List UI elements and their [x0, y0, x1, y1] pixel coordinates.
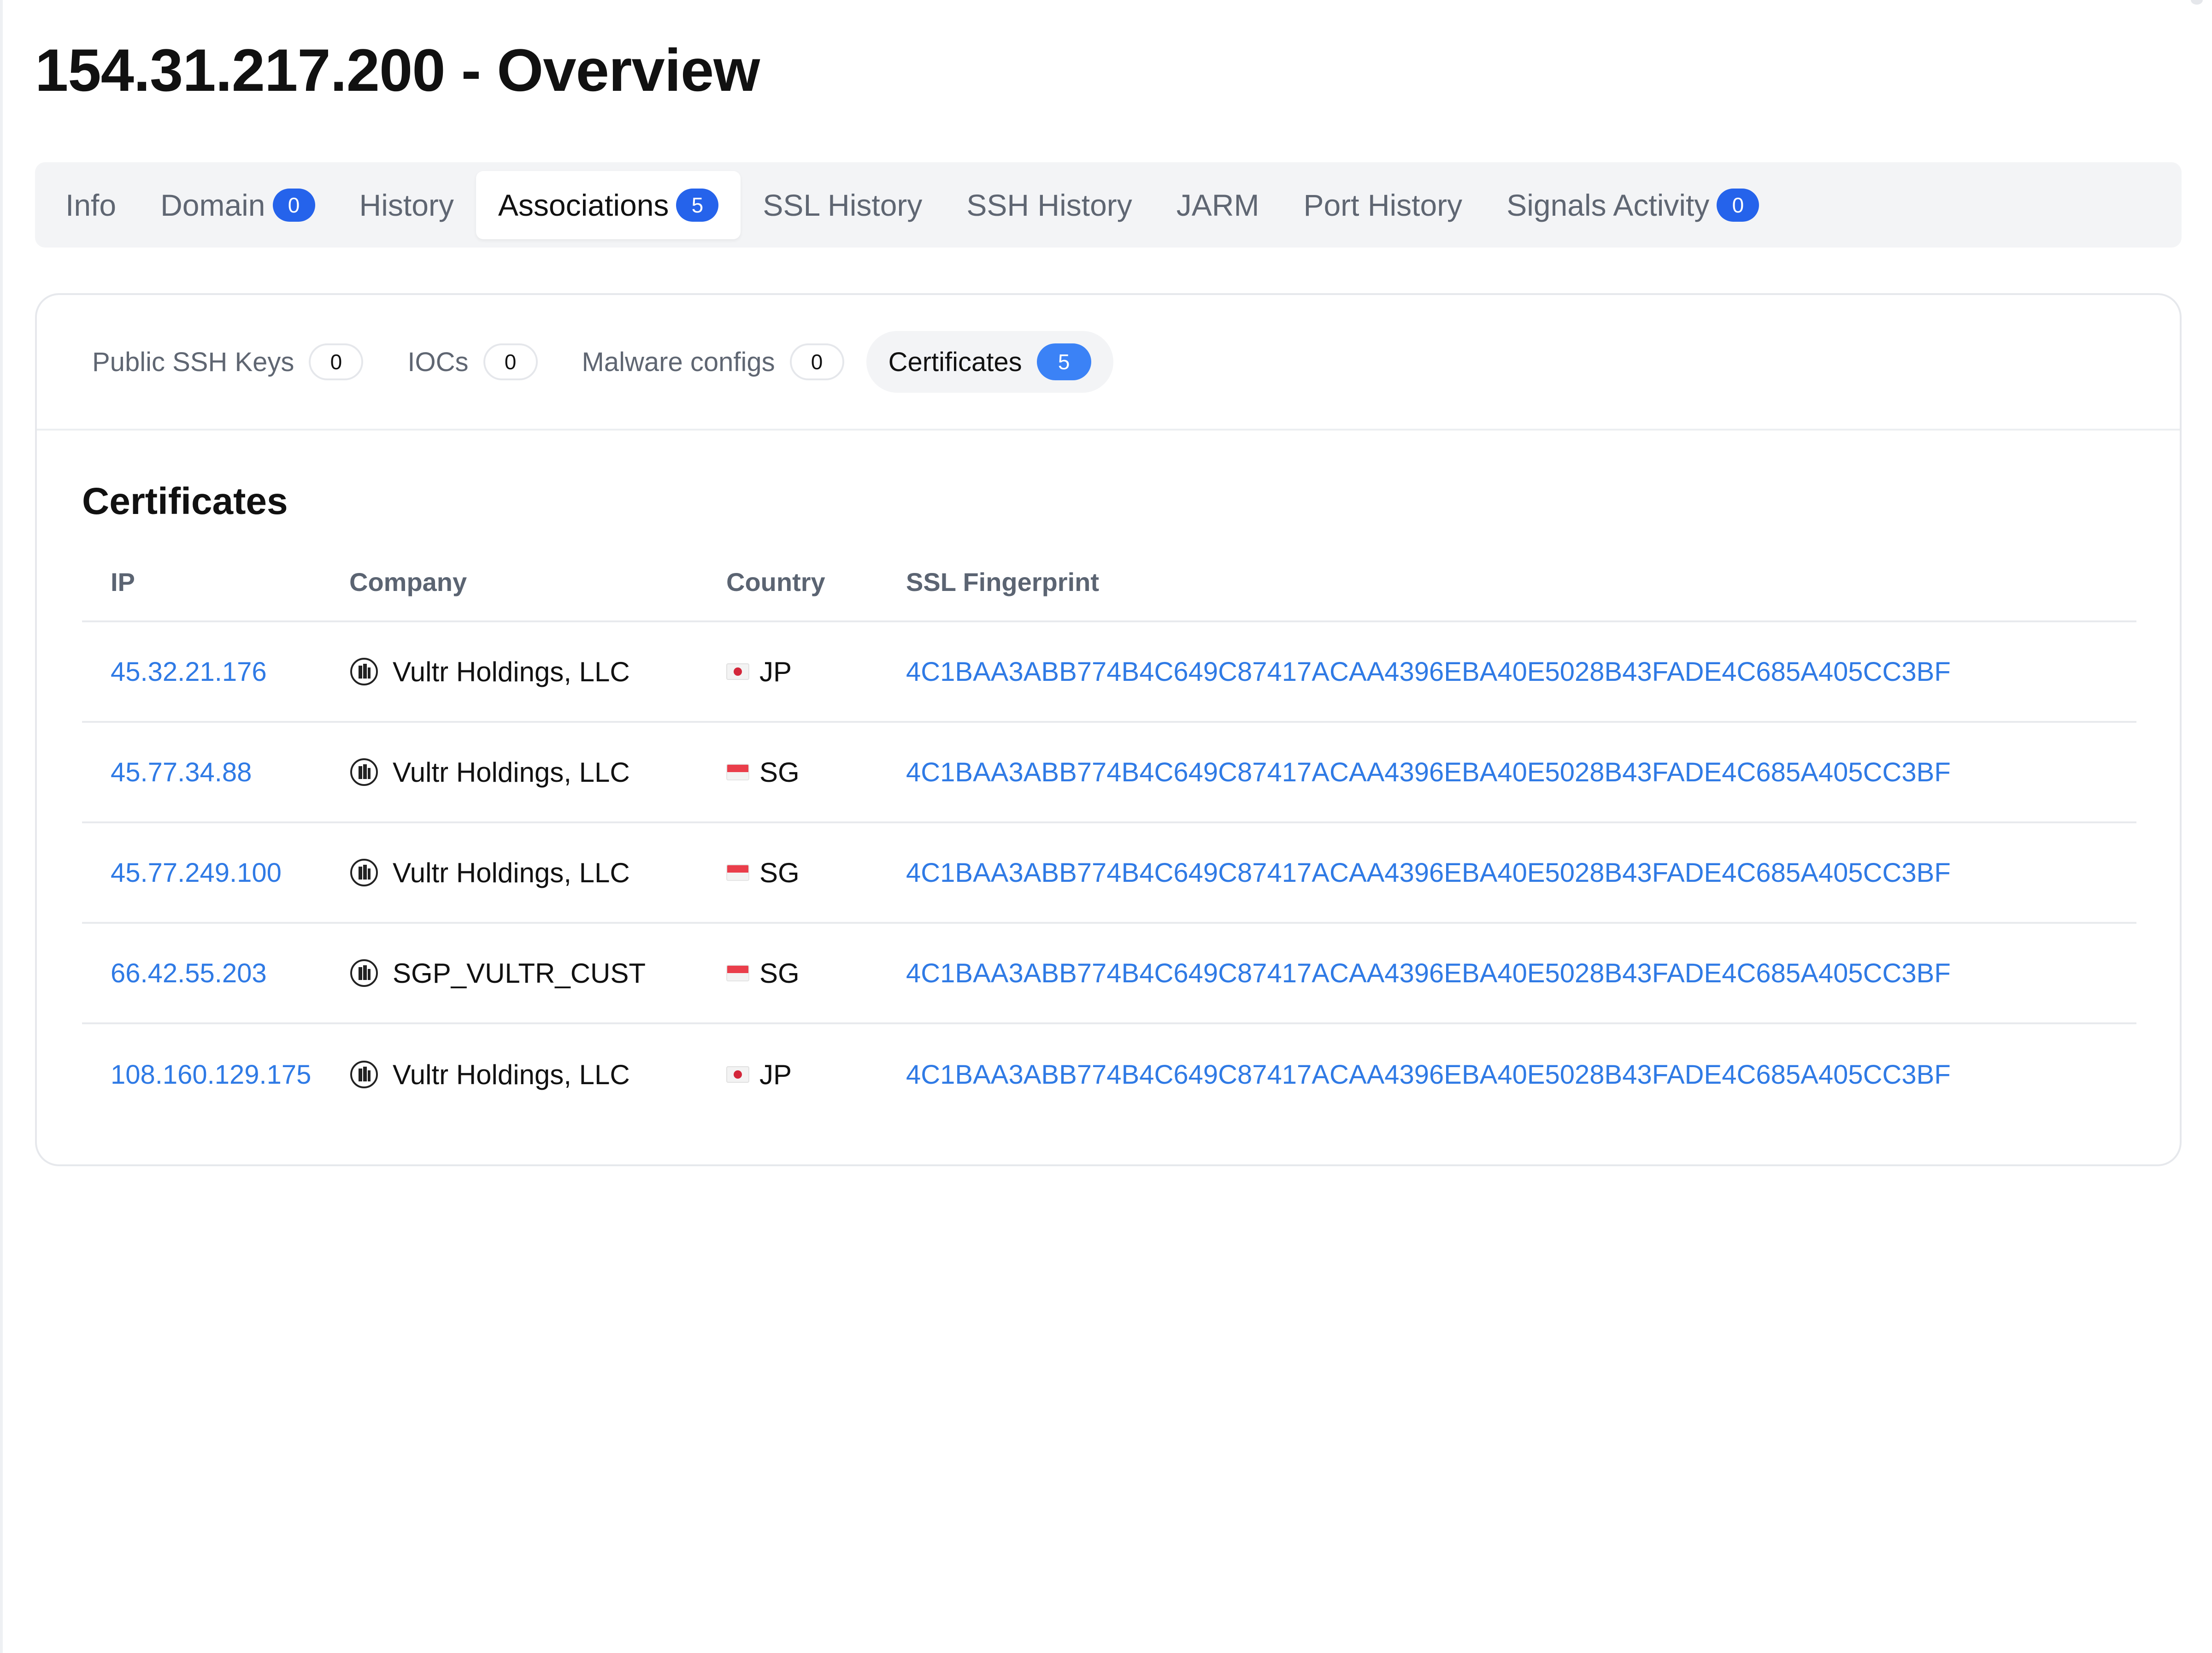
- company-name: Vultr Holdings, LLC: [393, 1059, 630, 1090]
- ip-link[interactable]: 45.77.249.100: [111, 858, 282, 888]
- tab-jarm[interactable]: JARM: [1154, 171, 1282, 239]
- table-row: 45.77.34.88 Vultr Holdings, LLC SG 4C1BA…: [82, 723, 2136, 823]
- subtab-count: 0: [483, 343, 538, 380]
- fingerprint-link[interactable]: 4C1BAA3ABB774B4C649C87417ACAA4396EBA40E5…: [906, 858, 1951, 888]
- country-code: JP: [759, 1059, 792, 1090]
- country-code: SG: [759, 957, 800, 989]
- tab-info[interactable]: Info: [46, 171, 138, 239]
- tab-label: SSH History: [966, 188, 1132, 222]
- company-cell: Vultr Holdings, LLC: [349, 857, 726, 889]
- country-code: SG: [759, 756, 800, 788]
- company-name: Vultr Holdings, LLC: [393, 756, 630, 788]
- subtab-iocs[interactable]: IOCs 0: [385, 331, 559, 393]
- subtab-count: 5: [1036, 343, 1091, 380]
- tab-port-history[interactable]: Port History: [1281, 171, 1484, 239]
- fingerprint-link[interactable]: 4C1BAA3ABB774B4C649C87417ACAA4396EBA40E5…: [906, 657, 1951, 687]
- subtab-count: 0: [309, 343, 364, 380]
- company-name: SGP_VULTR_CUST: [393, 957, 646, 989]
- tab-label: Associations: [498, 188, 669, 222]
- ip-link[interactable]: 66.42.55.203: [111, 958, 267, 988]
- section-title: Certificates: [82, 480, 288, 522]
- subtab-label: Malware configs: [582, 347, 775, 377]
- column-header-fingerprint[interactable]: SSL Fingerprint: [906, 567, 2136, 597]
- subtab-count: 0: [789, 343, 844, 380]
- country-code: SG: [759, 857, 800, 888]
- tab-label: SSL History: [763, 188, 923, 222]
- tab-label: JARM: [1176, 188, 1259, 222]
- country-cell: JP: [726, 1059, 906, 1091]
- tab-label: Port History: [1303, 188, 1463, 222]
- tab-label: Domain: [160, 188, 265, 222]
- country-cell: SG: [726, 957, 906, 989]
- tab-label: Signals Activity: [1506, 188, 1710, 222]
- ip-link[interactable]: 45.32.21.176: [111, 657, 267, 687]
- singapore-flag-icon: [726, 764, 749, 780]
- company-cell: Vultr Holdings, LLC: [349, 1059, 726, 1091]
- subtab-malware-configs[interactable]: Malware configs 0: [560, 331, 866, 393]
- subtab-label: IOCs: [407, 347, 469, 377]
- fingerprint-link[interactable]: 4C1BAA3ABB774B4C649C87417ACAA4396EBA40E5…: [906, 1060, 1951, 1090]
- country-cell: JP: [726, 656, 906, 688]
- tab-history[interactable]: History: [337, 171, 476, 239]
- country-cell: SG: [726, 857, 906, 889]
- table-row: 108.160.129.175 Vultr Holdings, LLC JP 4…: [82, 1024, 2136, 1125]
- country-cell: SG: [726, 756, 906, 788]
- table-row: 66.42.55.203 SGP_VULTR_CUST SG 4C1BAA3AB…: [82, 924, 2136, 1024]
- tab-count-badge: 5: [676, 188, 719, 222]
- japan-flag-icon: [726, 663, 749, 680]
- country-code: JP: [759, 656, 792, 687]
- tab-label: Info: [65, 188, 117, 222]
- ip-link[interactable]: 108.160.129.175: [111, 1060, 311, 1090]
- fingerprint-link[interactable]: 4C1BAA3ABB774B4C649C87417ACAA4396EBA40E5…: [906, 958, 1951, 988]
- japan-flag-icon: [726, 1066, 749, 1083]
- tab-count-badge: 0: [1717, 188, 1759, 222]
- tab-signals-activity[interactable]: Signals Activity 0: [1484, 171, 1781, 239]
- main-tabs: Info Domain 0 History Associations 5 SSL H…: [35, 162, 2182, 248]
- page-title: 154.31.217.200 - Overview: [35, 36, 760, 104]
- building-icon: [350, 658, 378, 685]
- subtab-public-ssh-keys[interactable]: Public SSH Keys 0: [70, 331, 385, 393]
- column-header-ip[interactable]: IP: [82, 567, 349, 597]
- building-icon: [350, 758, 378, 786]
- building-icon: [350, 1061, 378, 1088]
- tab-ssl-history[interactable]: SSL History: [741, 171, 944, 239]
- column-header-company[interactable]: Company: [349, 567, 726, 597]
- tab-domain[interactable]: Domain 0: [138, 171, 337, 239]
- subtab-certificates[interactable]: Certificates 5: [866, 331, 1113, 393]
- company-cell: Vultr Holdings, LLC: [349, 756, 726, 788]
- table-row: 45.77.249.100 Vultr Holdings, LLC SG 4C1…: [82, 823, 2136, 924]
- tab-count-badge: 0: [272, 188, 315, 222]
- company-cell: SGP_VULTR_CUST: [349, 957, 726, 989]
- ip-link[interactable]: 45.77.34.88: [111, 757, 252, 787]
- tab-associations[interactable]: Associations 5: [476, 171, 741, 239]
- certificates-table: IP Company Country SSL Fingerprint 45.32…: [82, 543, 2136, 1125]
- singapore-flag-icon: [726, 965, 749, 981]
- column-header-country[interactable]: Country: [726, 567, 906, 597]
- table-row: 45.32.21.176 Vultr Holdings, LLC JP 4C1B…: [82, 622, 2136, 723]
- associations-panel: Public SSH Keys 0 IOCs 0 Malware configs 0 …: [35, 293, 2182, 1166]
- subtab-label: Public SSH Keys: [92, 347, 294, 377]
- fingerprint-link[interactable]: 4C1BAA3ABB774B4C649C87417ACAA4396EBA40E5…: [906, 757, 1951, 787]
- company-name: Vultr Holdings, LLC: [393, 656, 630, 687]
- table-header: IP Company Country SSL Fingerprint: [82, 543, 2136, 622]
- subtab-label: Certificates: [888, 347, 1022, 377]
- company-name: Vultr Holdings, LLC: [393, 857, 630, 888]
- corner-indicator: [2191, 0, 2203, 5]
- association-subtabs: Public SSH Keys 0 IOCs 0 Malware configs 0 …: [37, 295, 2180, 431]
- singapore-flag-icon: [726, 864, 749, 881]
- building-icon: [350, 959, 378, 987]
- tab-ssh-history[interactable]: SSH History: [944, 171, 1154, 239]
- company-cell: Vultr Holdings, LLC: [349, 656, 726, 688]
- left-border: [0, 0, 3, 1653]
- building-icon: [350, 859, 378, 886]
- tab-label: History: [359, 188, 454, 222]
